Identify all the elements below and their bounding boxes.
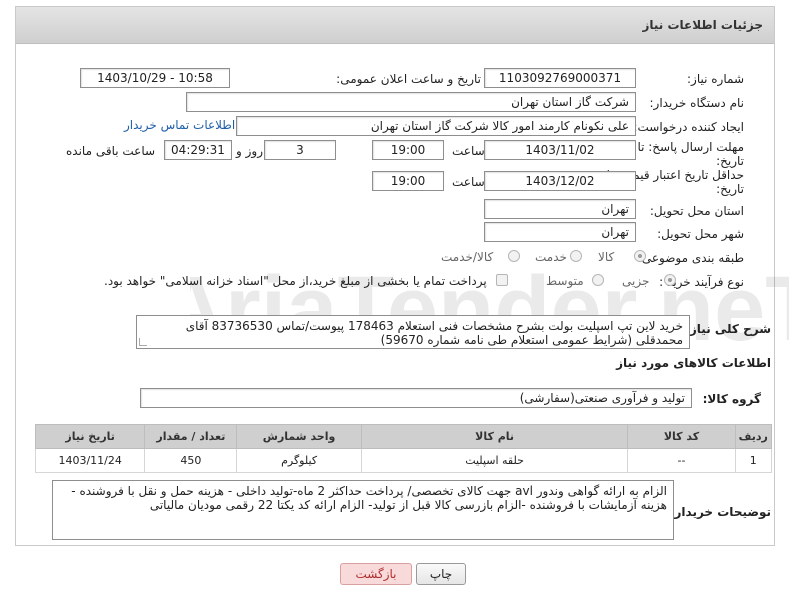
deadline-date-field[interactable]: 1403/11/02 [484,140,636,160]
cell-need-date: 1403/11/24 [34,448,146,473]
process-radio-medium[interactable] [592,274,604,286]
goods-table: ردیف کد کالا نام کالا واحد شمارش تعداد /… [34,424,773,473]
description-text: خرید لاین تپ اسپلیت بولت بشرح مشخصات فنی… [185,319,683,347]
process-option-minor: جزیی [622,274,650,288]
category-option-goods: کالا [598,250,615,264]
requester-label: ایجاد کننده درخواست: [633,120,744,134]
goods-group-label: گروه کالا: [702,392,761,406]
city-label: شهر محل تحویل: [657,227,744,241]
validity-time-label: ساعت [452,175,485,189]
process-option-medium: متوسط [546,274,584,288]
treasury-payment-checkbox[interactable] [496,274,508,286]
remaining-time-label: ساعت باقی مانده [66,144,156,158]
cell-item-code: -- [627,448,736,473]
col-item-code: کد کالا [627,424,736,449]
buyer-notes-textarea[interactable]: الزام به ارائه گواهی وندور avl جهت کالای… [52,480,674,540]
province-label: استان محل تحویل: [649,204,744,218]
goods-section-title: اطلاعات کالاهای مورد نیاز [616,356,771,370]
description-label: شرح کلی نیاز: [685,322,771,336]
requester-field[interactable]: علی نکونام کارمند امور کالا شرکت گاز است… [236,116,636,136]
buyer-notes-text: الزام به ارائه گواهی وندور avl جهت کالای… [71,484,667,512]
col-row-number: ردیف [734,424,773,449]
col-quantity: تعداد / مقدار [144,424,238,449]
category-option-service: خدمت [535,250,567,264]
cell-row-number: 1 [734,448,773,473]
deadline-date-label: تاریخ: [716,154,744,168]
table-row[interactable]: 1 -- حلقه اسپلیت کیلوگرم 450 1403/11/24 [34,448,773,473]
days-remaining-field[interactable]: 3 [264,140,336,160]
resize-grip-icon[interactable] [139,338,147,346]
buyer-org-label: نام دستگاه خریدار: [649,96,745,110]
validity-time-field[interactable]: 19:00 [372,171,444,191]
announce-date-label: تاریخ و ساعت اعلان عمومی: [336,72,481,86]
process-radio-minor[interactable] [664,274,676,286]
deadline-label: مهلت ارسال پاسخ: تا [637,140,744,154]
treasury-payment-note: پرداخت تمام یا بخشی از مبلغ خرید،از محل … [104,274,487,288]
category-radio-goods[interactable] [634,250,646,262]
category-radio-service[interactable] [570,250,582,262]
validity-date-field[interactable]: 1403/12/02 [484,171,636,191]
remaining-time-field[interactable]: 04:29:31 [164,140,232,160]
print-button[interactable]: چاپ [416,563,466,585]
buyer-contact-link[interactable]: اطلاعات تماس خریدار [124,118,235,132]
description-textarea[interactable]: خرید لاین تپ اسپلیت بولت بشرح مشخصات فنی… [136,315,690,349]
buyer-notes-label: توضیحات خریدار: [669,505,771,519]
validity-date-label: تاریخ: [716,182,744,196]
col-need-date: تاریخ نیاز [34,424,146,449]
province-field[interactable]: تهران [484,199,636,219]
need-number-label: شماره نیاز: [687,72,744,86]
deadline-time-field[interactable]: 19:00 [372,140,444,160]
category-radio-goods-service[interactable] [508,250,520,262]
col-unit: واحد شمارش [236,424,362,449]
category-option-goods-service: کالا/خدمت [441,250,494,264]
announce-date-field[interactable]: 1403/10/29 - 10:58 [80,68,230,88]
category-label: طبقه بندی موضوعی: [637,251,744,265]
cell-item-name: حلقه اسپلیت [360,448,629,473]
deadline-time-label: ساعت [452,144,485,158]
days-label: روز و [236,144,263,158]
buyer-org-field[interactable]: شرکت گاز استان تهران [186,92,636,112]
need-number-field[interactable]: 1103092769000371 [484,68,636,88]
table-header-row: ردیف کد کالا نام کالا واحد شمارش تعداد /… [34,424,773,449]
city-field[interactable]: تهران [484,222,636,242]
back-button[interactable]: بازگشت [340,563,412,585]
cell-quantity: 450 [144,448,238,473]
col-item-name: نام کالا [360,424,629,449]
cell-unit: کیلوگرم [236,448,362,473]
goods-group-field[interactable]: تولید و فرآوری صنعتی(سفارشی) [140,388,692,408]
page-title: جزئیات اطلاعات نیاز [642,18,763,32]
